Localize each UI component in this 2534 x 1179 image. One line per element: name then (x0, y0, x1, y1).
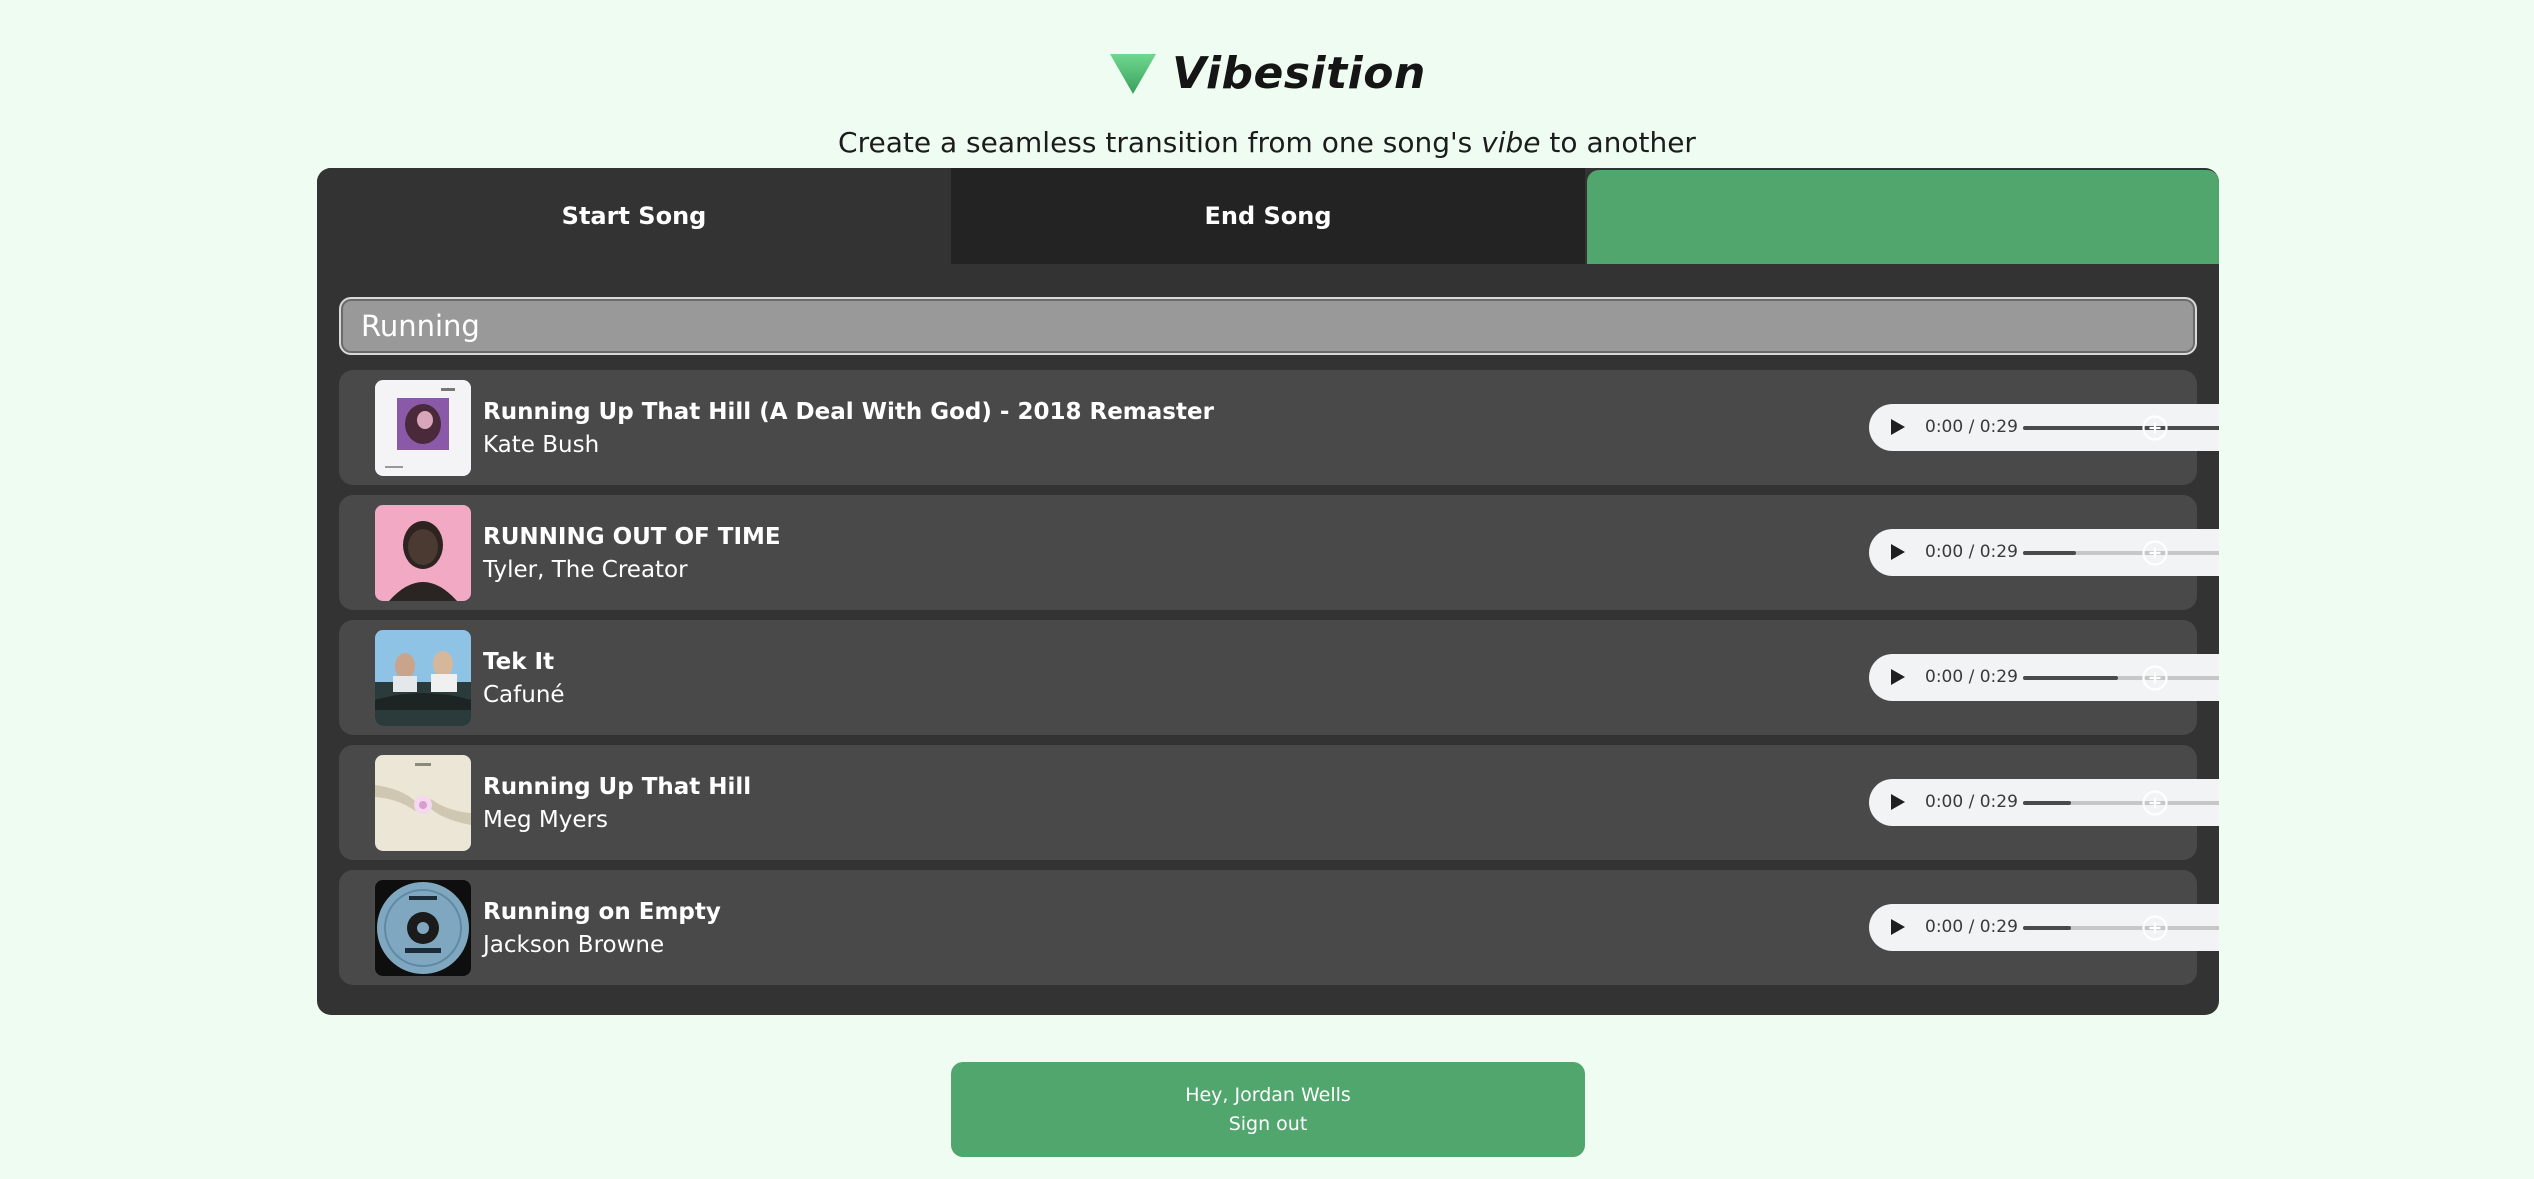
app-header: Vibesition (0, 48, 2534, 99)
seek-bar-fill (2023, 926, 2071, 930)
song-artist: Meg Myers (483, 807, 608, 833)
tab-generate[interactable] (1587, 170, 2219, 264)
album-cover (375, 380, 471, 476)
add-circle-icon[interactable] (2141, 789, 2169, 821)
song-title: Running on Empty (483, 899, 721, 925)
playback-time: 0:00 / 0:29 (1925, 542, 2018, 562)
song-title: Running Up That Hill (A Deal With God) -… (483, 399, 1214, 425)
play-button[interactable] (1891, 419, 1905, 435)
song-artist: Cafuné (483, 682, 565, 708)
play-button[interactable] (1891, 544, 1905, 560)
add-circle-icon[interactable] (2141, 414, 2169, 446)
song-artist: Tyler, The Creator (483, 557, 688, 583)
album-cover (375, 630, 471, 726)
result-row: Running Up That Hill (A Deal With God) -… (339, 370, 2219, 485)
play-button[interactable] (1891, 794, 1905, 810)
add-circle-icon[interactable] (2141, 539, 2169, 571)
song-info: Running Up That Hill (A Deal With God) -… (483, 396, 1214, 462)
user-greeting: Hey, Jordan Wells (1185, 1083, 1351, 1106)
app-name: Vibesition (1172, 48, 1426, 99)
sign-out-link[interactable]: Sign out (1229, 1110, 1308, 1139)
tab-end-song[interactable]: End Song (951, 168, 1585, 264)
result-row: RUNNING OUT OF TIME Tyler, The Creator 0… (339, 495, 2219, 610)
play-button[interactable] (1891, 669, 1905, 685)
seek-bar-fill (2023, 426, 2219, 430)
result-row: Tek It Cafuné 0:00 / 0:29 (339, 620, 2219, 735)
seek-bar[interactable] (2023, 551, 2219, 555)
song-title: RUNNING OUT OF TIME (483, 524, 781, 550)
seek-bar[interactable] (2023, 676, 2219, 680)
search-results: Running Up That Hill (A Deal With God) -… (339, 370, 2219, 995)
song-info: Running on Empty Jackson Browne (483, 896, 721, 962)
seek-bar[interactable] (2023, 926, 2219, 930)
song-info: RUNNING OUT OF TIME Tyler, The Creator (483, 521, 781, 587)
seek-bar-fill (2023, 801, 2071, 805)
song-info: Running Up That Hill Meg Myers (483, 771, 751, 837)
song-picker-panel: Start Song End Song Running Up That Hill… (317, 168, 2219, 1015)
album-cover (375, 880, 471, 976)
add-circle-icon[interactable] (2141, 914, 2169, 946)
seek-bar[interactable] (2023, 426, 2219, 430)
tab-start-song[interactable]: Start Song (317, 168, 951, 264)
playback-time: 0:00 / 0:29 (1925, 792, 2018, 812)
tagline: Create a seamless transition from one so… (0, 126, 2534, 159)
song-title: Running Up That Hill (483, 774, 752, 800)
tagline-text-end: to another (1540, 126, 1696, 159)
user-box: Hey, Jordan Wells Sign out (951, 1062, 1585, 1157)
playback-time: 0:00 / 0:29 (1925, 667, 2018, 687)
album-cover (375, 755, 471, 851)
song-artist: Jackson Browne (483, 932, 665, 958)
search-input[interactable] (341, 299, 2195, 353)
song-title: Tek It (483, 649, 555, 675)
add-circle-icon[interactable] (2141, 664, 2169, 696)
song-info: Tek It Cafuné (483, 646, 565, 712)
album-cover (375, 505, 471, 601)
tab-bar: Start Song End Song (317, 168, 2219, 264)
play-button[interactable] (1891, 919, 1905, 935)
seek-bar-fill (2023, 551, 2076, 555)
result-row: Running on Empty Jackson Browne 0:00 / 0… (339, 870, 2219, 985)
search-box (339, 297, 2197, 355)
result-row: Running Up That Hill Meg Myers 0:00 / 0:… (339, 745, 2219, 860)
playback-time: 0:00 / 0:29 (1925, 917, 2018, 937)
tagline-emphasis: vibe (1481, 126, 1541, 159)
playback-time: 0:00 / 0:29 (1925, 417, 2018, 437)
seek-bar[interactable] (2023, 801, 2219, 805)
tagline-text-start: Create a seamless transition from one so… (838, 126, 1482, 159)
logo-triangle-icon (1108, 52, 1158, 96)
seek-bar-fill (2023, 676, 2119, 680)
song-artist: Kate Bush (483, 432, 600, 458)
